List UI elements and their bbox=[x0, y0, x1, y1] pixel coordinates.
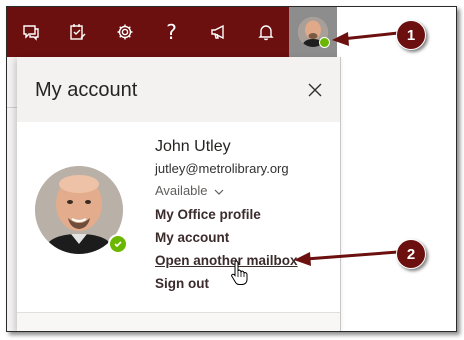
callout-1-badge: 1 bbox=[396, 20, 426, 50]
callout-2-badge: 2 bbox=[396, 239, 426, 269]
annotation-arrows bbox=[294, 31, 399, 266]
